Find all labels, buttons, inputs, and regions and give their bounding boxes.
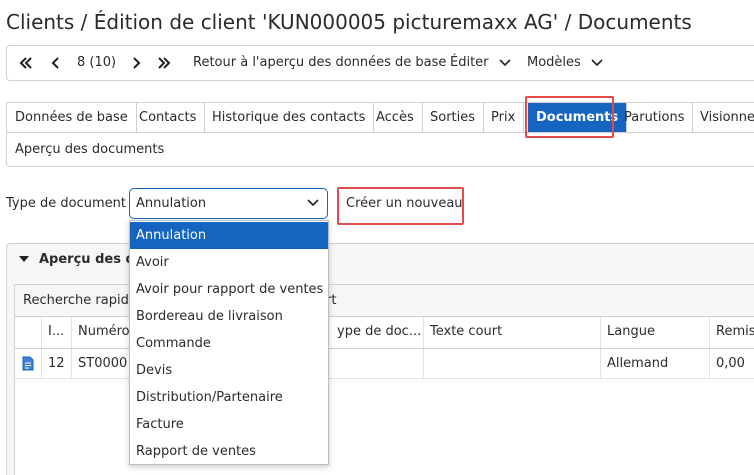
double-chevron-left-icon[interactable]: [19, 46, 33, 80]
create-new-button[interactable]: Créer un nouveau: [346, 196, 463, 211]
grid-toolbar: Recherche rapide rt: [15, 285, 754, 317]
dropdown-option-distribution-partenaire[interactable]: Distribution/Partenaire: [130, 384, 328, 411]
subtab-apercu-des-documents[interactable]: Aperçu des documents: [15, 142, 164, 157]
edit-menu-label: Éditer: [450, 55, 489, 70]
section-title: Aperçu des do: [39, 252, 144, 267]
collapse-triangle-icon[interactable]: [19, 256, 29, 262]
tab-sorties[interactable]: Sorties: [422, 103, 485, 132]
subtab-bar: Aperçu des documents: [6, 133, 754, 167]
dropdown-option-bordereau-de-livraison[interactable]: Bordereau de livraison: [130, 303, 328, 330]
column-header-number[interactable]: Numéro: [72, 317, 134, 348]
tab-visionne[interactable]: Visionne: [692, 103, 754, 132]
record-position: 8 (10): [77, 55, 117, 70]
tab-documents[interactable]: Documents: [528, 103, 628, 132]
tab-bar: Données de base Contacts Historique des …: [6, 102, 754, 133]
document-type-select[interactable]: Annulation: [129, 188, 328, 219]
dropdown-option-avoir-rapport-ventes[interactable]: Avoir pour rapport de ventes: [130, 276, 328, 303]
document-type-value: Annulation: [136, 196, 207, 211]
row-language: Allemand: [601, 349, 710, 378]
double-chevron-right-icon[interactable]: [157, 46, 171, 80]
dropdown-option-avoir[interactable]: Avoir: [130, 249, 328, 276]
table-row[interactable]: 12 ST0000 Allemand 0,00: [15, 349, 754, 379]
chevron-right-icon[interactable]: [131, 46, 141, 80]
templates-menu-button[interactable]: Modèles: [527, 46, 603, 80]
column-header-discount[interactable]: Remise: [710, 317, 754, 348]
edit-menu-button[interactable]: Éditer: [450, 46, 511, 80]
row-discount: 0,00: [716, 356, 745, 371]
column-header-icon: [15, 317, 42, 348]
templates-menu-label: Modèles: [527, 55, 581, 70]
dropdown-option-annulation[interactable]: Annulation: [130, 222, 328, 249]
tab-historique-des-contacts[interactable]: Historique des contacts: [204, 103, 375, 132]
dropdown-option-facture[interactable]: Facture: [130, 411, 328, 438]
chevron-down-icon: [307, 199, 319, 207]
record-navigation-toolbar: 8 (10) Retour à l'aperçu des données de …: [6, 45, 754, 81]
dropdown-option-devis[interactable]: Devis: [130, 357, 328, 384]
tab-contacts[interactable]: Contacts: [131, 103, 206, 132]
tab-parutions[interactable]: Parutions: [616, 103, 694, 132]
row-id: 12: [42, 349, 72, 378]
chevron-left-icon[interactable]: [51, 46, 61, 80]
column-header-document-type[interactable]: ype de doc...: [331, 317, 424, 348]
row-document-type: [331, 349, 424, 378]
section-header[interactable]: Aperçu des do: [7, 244, 754, 275]
chevron-down-icon: [591, 58, 603, 66]
tab-prix[interactable]: Prix: [483, 103, 525, 132]
grid-header-row: I... Numéro ype de doc... Texte court La…: [15, 317, 754, 349]
documents-overview-section: Aperçu des do Recherche rapide rt I... N…: [6, 243, 754, 475]
row-number: ST0000: [72, 349, 134, 378]
documents-grid: Recherche rapide rt I... Numéro ype de d…: [14, 284, 754, 475]
row-short-text: [424, 349, 601, 378]
page-title: Clients / Édition de client 'KUN000005 p…: [6, 10, 692, 34]
row-icon-cell: [15, 349, 42, 378]
document-type-dropdown: Annulation Avoir Avoir pour rapport de v…: [129, 220, 329, 465]
tab-acces[interactable]: Accès: [368, 103, 423, 132]
dropdown-option-rapport-de-ventes[interactable]: Rapport de ventes: [130, 438, 328, 465]
column-header-id[interactable]: I...: [42, 317, 72, 348]
dropdown-option-commande[interactable]: Commande: [130, 330, 328, 357]
back-to-overview-button[interactable]: Retour à l'aperçu des données de base: [193, 46, 446, 80]
column-header-short-text[interactable]: Texte court: [424, 317, 601, 348]
chevron-down-icon: [499, 58, 511, 66]
column-header-language[interactable]: Langue: [601, 317, 710, 348]
quick-search-label[interactable]: Recherche rapide: [23, 293, 137, 308]
document-icon[interactable]: [22, 356, 34, 371]
document-type-label: Type de document: [6, 196, 126, 211]
tab-donnees-de-base[interactable]: Données de base: [7, 103, 137, 132]
